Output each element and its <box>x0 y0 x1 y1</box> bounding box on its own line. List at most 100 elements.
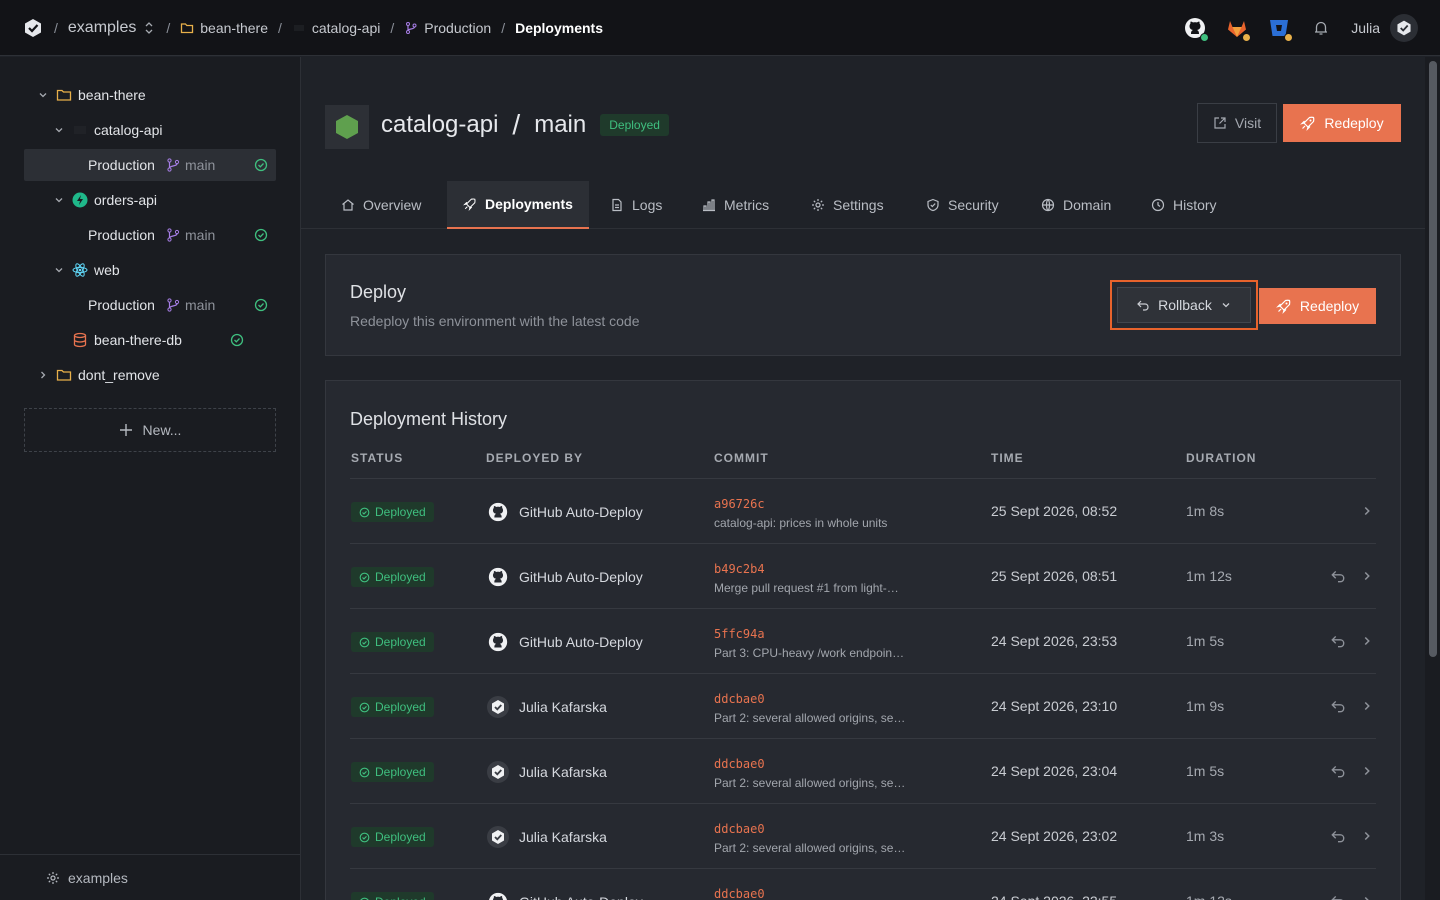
commit-hash[interactable]: a96726c <box>714 497 765 511</box>
breadcrumb-service[interactable]: catalog-api <box>292 20 380 36</box>
chevron-right-icon[interactable] <box>1360 829 1374 843</box>
sidebar-item-catalog-api[interactable]: catalog-api <box>24 114 276 146</box>
commit-hash[interactable]: ddcbae0 <box>714 822 765 836</box>
chevron-right-icon[interactable] <box>1360 764 1374 778</box>
chevron-down-icon[interactable] <box>53 124 65 136</box>
rollback-icon[interactable] <box>1330 568 1346 584</box>
chevron-down-icon[interactable] <box>53 264 65 276</box>
user-avatar-icon <box>487 761 509 783</box>
sidebar-item-web[interactable]: web <box>24 254 276 286</box>
commit-hash[interactable]: ddcbae0 <box>714 887 765 900</box>
gitlab-icon[interactable] <box>1225 16 1252 42</box>
breadcrumb: / examples / bean-there / catalog-api / … <box>22 17 603 39</box>
tab-bar: Overview Deployments Logs Metrics Settin… <box>301 181 1425 229</box>
rollback-icon[interactable] <box>1330 698 1346 714</box>
table-row[interactable]: Deployed GitHub Auto-Deploy ddcbae0 24 Sept… <box>350 868 1376 900</box>
service-name: catalog-api <box>381 111 499 138</box>
user-menu[interactable]: Julia <box>1351 13 1418 42</box>
deploy-duration: 1m 3s <box>1186 828 1225 844</box>
tab-domain[interactable]: Domain <box>1025 181 1127 229</box>
commit-message: Part 2: several allowed origins, se… <box>714 711 906 725</box>
tab-settings[interactable]: Settings <box>795 181 900 229</box>
rollback-label: Rollback <box>1158 297 1212 313</box>
commit-hash[interactable]: ddcbae0 <box>714 692 765 706</box>
table-row[interactable]: Deployed GitHub Auto-Deploy b49c2b4 Merge p… <box>350 543 1376 608</box>
sidebar-item-catalog-production[interactable]: Production main <box>24 149 276 181</box>
redeploy-header-button[interactable]: Redeploy <box>1283 104 1401 142</box>
chevron-down-icon[interactable] <box>53 194 65 206</box>
tab-label: History <box>1173 197 1217 213</box>
commit-message: Part 3: CPU-heavy /work endpoin… <box>714 646 905 660</box>
redeploy-button[interactable]: Redeploy <box>1259 288 1376 324</box>
breadcrumb-project[interactable]: bean-there <box>180 20 268 36</box>
github-icon[interactable] <box>1183 16 1210 42</box>
tab-label: Security <box>948 197 999 213</box>
chevron-down-icon[interactable] <box>37 89 49 101</box>
visit-button[interactable]: Visit <box>1197 103 1277 143</box>
workspace-settings-link[interactable]: examples <box>0 854 300 900</box>
tab-history[interactable]: History <box>1135 181 1233 229</box>
tab-deployments[interactable]: Deployments <box>447 181 589 229</box>
status-label: Deployed <box>375 830 426 844</box>
breadcrumb-workspace[interactable]: examples <box>68 19 156 37</box>
status-label: Deployed <box>375 570 426 584</box>
rollback-icon[interactable] <box>1330 893 1346 900</box>
sidebar-item-dont-remove[interactable]: dont_remove <box>24 359 276 391</box>
bell-icon[interactable] <box>1309 16 1333 40</box>
gear-icon <box>811 198 825 212</box>
table-row[interactable]: Deployed Julia Kafarska ddcbae0 Part 2: sev… <box>350 673 1376 738</box>
tab-label: Metrics <box>724 197 770 213</box>
new-item-button[interactable]: New... <box>24 408 276 452</box>
new-item-label: New... <box>142 422 182 438</box>
avatar <box>1390 13 1418 42</box>
tab-overview[interactable]: Overview <box>325 181 437 229</box>
tab-security[interactable]: Security <box>910 181 1015 229</box>
commit-hash[interactable]: ddcbae0 <box>714 757 765 771</box>
branch-icon <box>165 297 181 313</box>
environment-label: Production <box>88 297 155 313</box>
logo-icon[interactable] <box>22 17 44 39</box>
chevron-right-icon[interactable] <box>37 369 49 381</box>
sidebar-item-label: web <box>94 262 120 278</box>
status-badge: Deployed <box>351 632 434 652</box>
chevron-right-icon[interactable] <box>1360 699 1374 713</box>
breadcrumb-environment[interactable]: Production <box>404 20 491 36</box>
breadcrumb-environment-label: Production <box>424 19 492 36</box>
main-scrollbar[interactable] <box>1425 57 1440 900</box>
check-circle-icon <box>359 637 370 648</box>
tab-metrics[interactable]: Metrics <box>686 181 785 229</box>
table-row[interactable]: Deployed GitHub Auto-Deploy 5ffc94a Part 3:… <box>350 608 1376 673</box>
table-row[interactable]: Deployed GitHub Auto-Deploy a96726c catalog… <box>350 478 1376 543</box>
column-header-status: STATUS <box>351 451 404 465</box>
tab-label: Logs <box>632 197 663 213</box>
status-label: Deployed <box>375 635 426 649</box>
rollback-icon[interactable] <box>1330 828 1346 844</box>
sidebar-item-label: orders-api <box>94 192 158 208</box>
table-row[interactable]: Deployed Julia Kafarska ddcbae0 Part 2: sev… <box>350 738 1376 803</box>
chevron-right-icon[interactable] <box>1360 504 1374 518</box>
deploy-card-title: Deploy <box>350 282 407 302</box>
sidebar-item-web-production[interactable]: Production main <box>24 289 276 321</box>
sidebar-item-bean-there-db[interactable]: bean-there-db <box>24 324 276 356</box>
sidebar-item-orders-api[interactable]: orders-api <box>24 184 276 216</box>
rollback-icon[interactable] <box>1330 763 1346 779</box>
scrollbar-thumb[interactable] <box>1429 61 1437 657</box>
rollback-button[interactable]: Rollback <box>1117 287 1251 323</box>
commit-hash[interactable]: b49c2b4 <box>714 562 765 576</box>
chevron-right-icon[interactable] <box>1360 894 1374 900</box>
rollback-icon[interactable] <box>1330 633 1346 649</box>
table-row[interactable]: Deployed Julia Kafarska ddcbae0 Part 2: sev… <box>350 803 1376 868</box>
chevron-right-icon[interactable] <box>1360 634 1374 648</box>
column-header-time: TIME <box>991 451 1024 465</box>
commit-hash[interactable]: 5ffc94a <box>714 627 765 641</box>
sidebar-item-orders-production[interactable]: Production main <box>24 219 276 251</box>
sidebar-item-bean-there[interactable]: bean-there <box>24 79 276 111</box>
chevron-updown-icon[interactable] <box>142 21 156 35</box>
page-title: catalog-api / main Deployed <box>381 109 669 141</box>
tab-logs[interactable]: Logs <box>594 181 678 229</box>
bitbucket-icon[interactable] <box>1267 16 1294 42</box>
chevron-right-icon[interactable] <box>1360 569 1374 583</box>
check-circle-icon <box>254 298 268 312</box>
deployed-by: Julia Kafarska <box>487 761 607 783</box>
status-badge: Deployed <box>351 762 434 782</box>
